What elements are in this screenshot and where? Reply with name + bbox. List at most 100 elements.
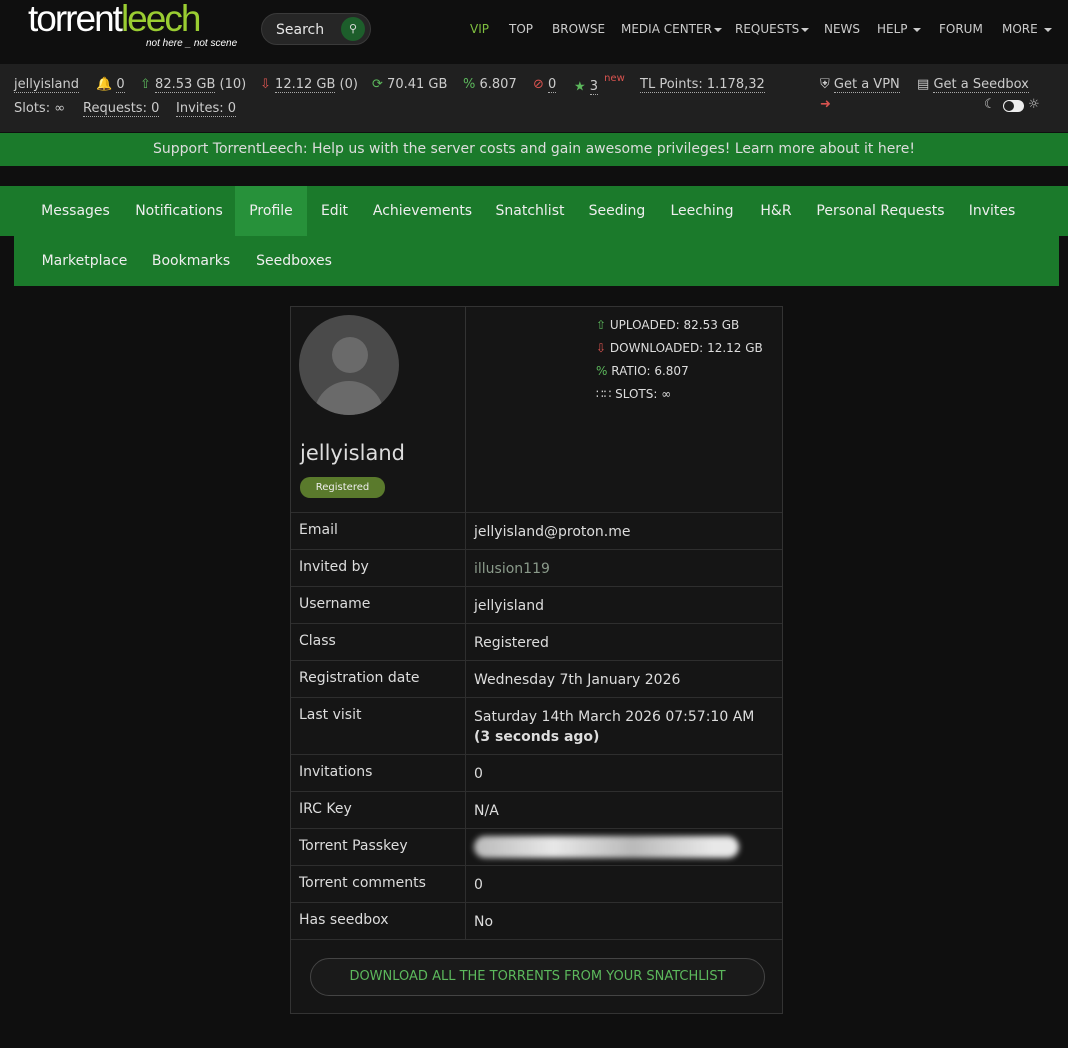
row-invitations: Invitations 0 xyxy=(291,754,782,791)
search-box: ⚲ xyxy=(261,13,371,45)
logo-text-torrent: torrent xyxy=(28,0,123,39)
row-key: Torrent comments xyxy=(299,875,426,891)
caret-down-icon xyxy=(713,27,722,32)
profile-slots-label: SLOTS: xyxy=(615,387,658,401)
search-button[interactable]: ⚲ xyxy=(341,17,365,41)
nav-more-label: MORE xyxy=(1002,22,1038,36)
profile-slots: ∷∷ SLOTS: ∞ xyxy=(596,387,671,401)
caret-down-icon xyxy=(913,27,922,32)
downloaded-stat[interactable]: ⇩ 12.12 GB (0) xyxy=(260,77,358,93)
row-email: Email jellyisland@proton.me xyxy=(291,512,782,549)
download-snatchlist-button[interactable]: DOWNLOAD ALL THE TORRENTS FROM YOUR SNAT… xyxy=(310,958,765,996)
get-vpn-label: Get a VPN xyxy=(833,77,900,93)
row-value: No xyxy=(474,914,494,930)
passkey-blurred[interactable] xyxy=(474,836,739,858)
site-logo[interactable]: torrentleech not here _ not scene xyxy=(28,0,238,52)
row-last-visit: Last visit Saturday 14th March 2026 07:57… xyxy=(291,697,782,754)
nav-help[interactable]: HELP xyxy=(877,22,922,36)
profile-downloaded-label: DOWNLOADED: xyxy=(609,341,704,355)
tab-edit[interactable]: Edit xyxy=(307,186,362,236)
stats-username[interactable]: jellyisland xyxy=(14,77,79,93)
nav-media-center-label: MEDIA CENTER xyxy=(621,22,712,36)
uploaded-stat[interactable]: ⇧ 82.53 GB (10) xyxy=(140,77,246,93)
row-key: Invited by xyxy=(299,559,369,575)
row-has-seedbox: Has seedbox No xyxy=(291,902,782,939)
tab-profile[interactable]: Profile xyxy=(235,186,307,236)
tab-personal-requests[interactable]: Personal Requests xyxy=(805,186,956,236)
nav-browse[interactable]: BROWSE xyxy=(552,22,605,36)
seedbonus-amount: 70.41 GB xyxy=(387,77,448,92)
download-arrow-icon: ⇩ xyxy=(596,341,607,355)
server-icon: ▤ xyxy=(917,77,930,92)
nav-vip[interactable]: VIP xyxy=(470,22,489,36)
row-key: Invitations xyxy=(299,764,373,780)
row-value: jellyisland@proton.me xyxy=(474,524,631,540)
support-banner[interactable]: Support TorrentLeech: Help us with the s… xyxy=(0,133,1068,166)
tl-points[interactable]: TL Points: 1.178,32 xyxy=(640,77,765,93)
theme-toggle[interactable] xyxy=(1003,100,1024,112)
search-input[interactable] xyxy=(276,20,342,40)
nav-more[interactable]: MORE xyxy=(1002,22,1052,36)
trophies-stat[interactable]: ★ 3 new xyxy=(574,73,625,96)
nav-forum[interactable]: FORUM xyxy=(939,22,983,36)
row-registration-date: Registration date Wednesday 7th January 2… xyxy=(291,660,782,697)
tab-messages[interactable]: Messages xyxy=(30,186,121,236)
row-key: Has seedbox xyxy=(299,912,389,928)
tab-hnr[interactable]: H&R xyxy=(747,186,805,236)
inviter-link[interactable]: illusion119 xyxy=(474,559,774,579)
invites-stat[interactable]: Invites: 0 xyxy=(176,101,237,117)
row-key: Username xyxy=(299,596,371,612)
tab-seedboxes[interactable]: Seedboxes xyxy=(243,236,345,286)
nav-top[interactable]: TOP xyxy=(509,22,533,36)
notifications-stat[interactable]: 🔔 0 xyxy=(96,77,125,93)
user-stats-bar: jellyisland 🔔 0 ⇧ 82.53 GB (10) ⇩ 12.12 … xyxy=(0,64,1068,132)
profile-downloaded: ⇩ DOWNLOADED: 12.12 GB xyxy=(596,341,763,355)
downloaded-count: (0) xyxy=(339,77,358,92)
tab-seeding[interactable]: Seeding xyxy=(577,186,657,236)
slots-stat: Slots: ∞ xyxy=(14,101,65,116)
tab-notifications[interactable]: Notifications xyxy=(123,186,235,236)
caret-down-icon xyxy=(801,27,810,32)
tab-invites[interactable]: Invites xyxy=(956,186,1028,236)
profile-ratio-label: RATIO: xyxy=(611,364,651,378)
search-icon: ⚲ xyxy=(348,22,358,35)
row-key: Torrent Passkey xyxy=(299,838,408,854)
percent-icon: % xyxy=(463,77,476,92)
row-irc-key: IRC Key N/A xyxy=(291,791,782,828)
row-value: Registered xyxy=(474,635,549,651)
tab-leeching[interactable]: Leeching xyxy=(657,186,747,236)
hnr-stat[interactable]: ⊘ 0 xyxy=(533,77,557,93)
tab-marketplace[interactable]: Marketplace xyxy=(30,236,139,286)
class-badge: Registered xyxy=(300,477,385,498)
profile-username: jellyisland xyxy=(300,441,405,465)
logout-icon[interactable]: ➜ xyxy=(820,97,831,112)
slots-label: Slots: xyxy=(14,101,51,116)
get-seedbox-link[interactable]: ▤ Get a Seedbox xyxy=(917,77,1029,93)
toggle-knob xyxy=(1004,101,1014,111)
row-torrent-passkey: Torrent Passkey xyxy=(291,828,782,865)
nav-media-center[interactable]: MEDIA CENTER xyxy=(621,22,722,36)
ban-icon: ⊘ xyxy=(533,77,544,92)
tab-achievements[interactable]: Achievements xyxy=(362,186,483,236)
profile-tabs: Messages Notifications Profile Edit Achi… xyxy=(0,186,1068,236)
tab-snatchlist[interactable]: Snatchlist xyxy=(483,186,577,236)
row-value: jellyisland xyxy=(474,598,544,614)
last-visit-ago: (3 seconds ago) xyxy=(474,729,600,745)
profile-card: jellyisland Registered ⇧ UPLOADED: 82.53… xyxy=(290,306,783,1014)
profile-uploaded: ⇧ UPLOADED: 82.53 GB xyxy=(596,318,739,332)
tab-bookmarks[interactable]: Bookmarks xyxy=(139,236,243,286)
downloaded-amount: 12.12 GB xyxy=(275,77,336,93)
row-key: Email xyxy=(299,522,338,538)
profile-slots-value: ∞ xyxy=(661,387,672,401)
logo-tagline: not here _ not scene xyxy=(146,38,238,49)
row-key: Last visit xyxy=(299,707,362,723)
nav-news[interactable]: NEWS xyxy=(824,22,860,36)
profile-downloaded-value: 12.12 GB xyxy=(707,341,763,355)
requests-stat[interactable]: Requests: 0 xyxy=(83,101,160,117)
nav-help-label: HELP xyxy=(877,22,908,36)
shield-icon: ⛨ xyxy=(820,77,830,92)
seedbonus-stat: ⟳ 70.41 GB xyxy=(372,77,447,92)
row-invited-by: Invited by illusion119 xyxy=(291,549,782,586)
nav-requests[interactable]: REQUESTS xyxy=(735,22,810,36)
get-vpn-link[interactable]: ⛨ Get a VPN xyxy=(820,77,900,93)
